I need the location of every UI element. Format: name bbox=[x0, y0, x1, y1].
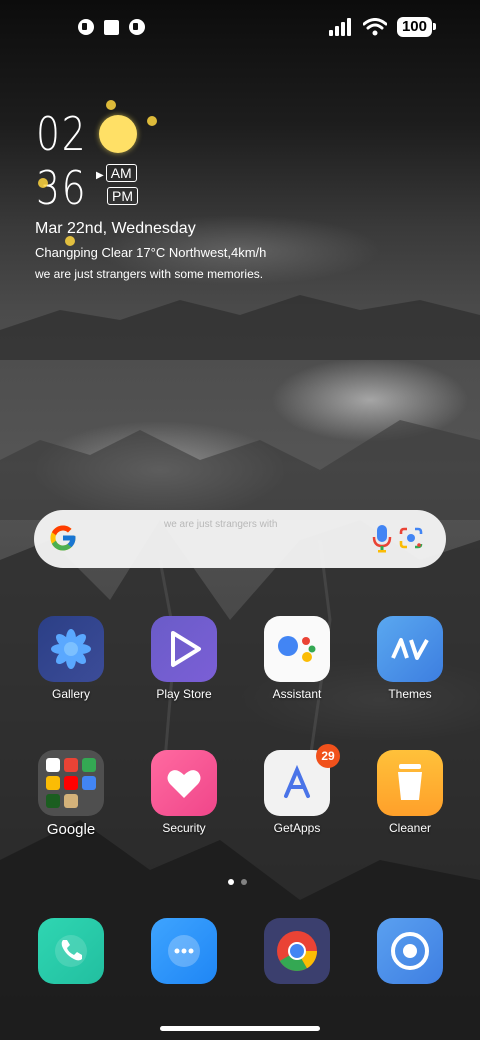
app-gallery[interactable]: Gallery bbox=[21, 616, 121, 701]
sun-sparkle-icon bbox=[106, 100, 116, 110]
app-label: GetApps bbox=[273, 821, 321, 835]
app-label: Themes bbox=[388, 687, 432, 701]
youtube-icon bbox=[64, 776, 78, 790]
notification-badge: 29 bbox=[316, 744, 340, 768]
app-themes[interactable]: Themes bbox=[360, 616, 460, 701]
folder-google[interactable]: Google bbox=[21, 750, 121, 838]
microphone-icon[interactable] bbox=[372, 524, 392, 554]
app-assistant[interactable]: Assistant bbox=[247, 616, 347, 701]
gallery-icon bbox=[38, 616, 104, 682]
files-icon bbox=[64, 794, 78, 808]
dock-chrome[interactable] bbox=[247, 918, 347, 984]
battery-indicator: 100 bbox=[396, 17, 437, 37]
phone-icon bbox=[38, 918, 104, 984]
app-cleaner[interactable]: Cleaner bbox=[360, 750, 460, 835]
sun-sparkle-icon bbox=[38, 178, 48, 188]
google-app-icon bbox=[46, 758, 60, 772]
app-label: Play Store bbox=[156, 687, 212, 701]
getapps-icon: 29 bbox=[264, 744, 340, 816]
signal-icon bbox=[328, 18, 351, 36]
notification-icons bbox=[78, 19, 145, 35]
messages-icon bbox=[151, 918, 217, 984]
google-folder-icon bbox=[38, 750, 104, 816]
play-store-icon bbox=[151, 616, 217, 682]
maps-icon bbox=[82, 758, 96, 772]
gmail-icon bbox=[64, 758, 78, 772]
pm-indicator: PM bbox=[107, 187, 138, 206]
am-indicator: ▶ AM bbox=[96, 164, 137, 183]
sun-sparkle-icon bbox=[147, 116, 157, 126]
app-label: Security bbox=[162, 821, 206, 835]
notification-icon bbox=[78, 19, 94, 35]
cleaner-icon bbox=[377, 750, 443, 816]
assistant-icon bbox=[264, 616, 330, 682]
photos-icon bbox=[82, 776, 96, 790]
sun-icon bbox=[99, 115, 137, 153]
themes-icon bbox=[377, 616, 443, 682]
dock-phone[interactable] bbox=[21, 918, 121, 984]
app-label: Assistant bbox=[272, 687, 322, 701]
widget-motto: we are just strangers with some memories… bbox=[35, 267, 264, 281]
security-icon bbox=[151, 750, 217, 816]
page-indicator[interactable] bbox=[228, 879, 247, 885]
camera-icon bbox=[377, 918, 443, 984]
status-bar: 100 bbox=[0, 0, 480, 56]
app-label: Gallery bbox=[51, 687, 90, 701]
meet-icon bbox=[46, 794, 60, 808]
widget-weather: Changping Clear 17°C Northwest,4km/h bbox=[35, 245, 267, 260]
dock-messages[interactable] bbox=[134, 918, 234, 984]
app-label: Cleaner bbox=[388, 821, 432, 835]
page-dot[interactable] bbox=[241, 879, 247, 885]
app-security[interactable]: Security bbox=[134, 750, 234, 835]
widget-date: Mar 22nd, Wednesday bbox=[35, 220, 196, 237]
wifi-icon bbox=[362, 18, 387, 36]
google-lens-icon[interactable] bbox=[398, 526, 424, 550]
app-play-store[interactable]: Play Store bbox=[134, 616, 234, 701]
google-search-bar[interactable]: we are just strangers with bbox=[34, 510, 446, 568]
clock-minutes: 36 bbox=[36, 161, 88, 215]
clock-time: 02 36 bbox=[36, 110, 87, 212]
chrome-icon bbox=[264, 918, 330, 984]
clock-hours: 02 bbox=[36, 107, 88, 161]
folder-label: Google bbox=[46, 821, 96, 838]
square-notification-icon bbox=[104, 19, 119, 35]
app-getapps[interactable]: 29 GetApps bbox=[247, 744, 347, 835]
page-dot-active[interactable] bbox=[228, 879, 234, 885]
notification-icon bbox=[129, 19, 145, 35]
home-indicator[interactable] bbox=[160, 1026, 320, 1031]
dock-camera[interactable] bbox=[360, 918, 460, 984]
google-logo-icon bbox=[50, 525, 76, 551]
drive-icon bbox=[46, 776, 60, 790]
search-ghost-text: we are just strangers with bbox=[164, 519, 278, 530]
